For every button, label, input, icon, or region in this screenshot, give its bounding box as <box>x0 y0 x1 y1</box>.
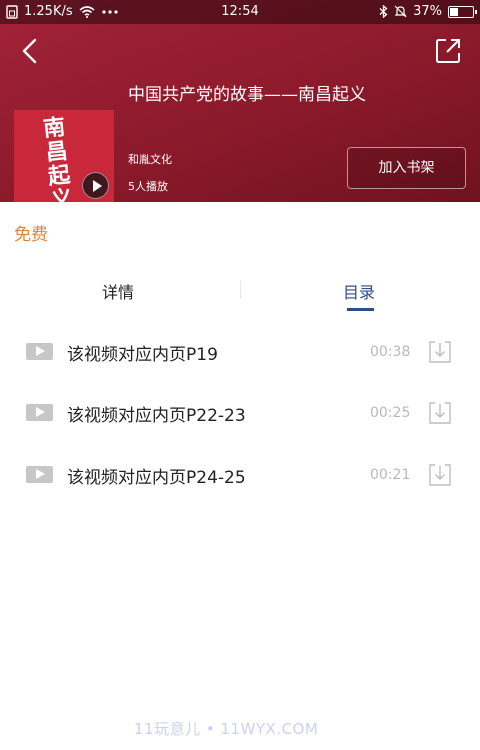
active-tab-indicator <box>347 308 374 311</box>
download-icon[interactable] <box>427 400 453 426</box>
mute-bell-icon <box>394 5 407 18</box>
catalog-item[interactable]: 该视频对应内页P22-23 00:25 <box>0 387 480 437</box>
battery-percent: 37% <box>413 4 442 19</box>
cover-title: 南昌起义 <box>41 114 75 202</box>
watermark: 11玩意儿 • 11WYX.COM <box>134 720 319 738</box>
back-arrow-icon[interactable] <box>16 36 46 66</box>
catalog-item-duration: 00:38 <box>370 344 411 360</box>
video-play-icon[interactable] <box>26 466 53 483</box>
battery-icon <box>448 5 477 18</box>
bluetooth-icon <box>379 5 388 18</box>
book-title: 中国共产党的故事——南昌起义 <box>128 85 366 105</box>
catalog-item-title: 该视频对应内页P24-25 <box>67 468 246 488</box>
catalog-item-duration: 00:21 <box>370 467 411 483</box>
tab-catalog[interactable]: 目录 <box>343 279 375 303</box>
play-count: 5人播放 <box>128 180 168 193</box>
cover-play-icon[interactable] <box>82 172 109 199</box>
clock: 12:54 <box>221 4 259 19</box>
catalog-item[interactable]: 该视频对应内页P19 00:38 <box>0 326 480 376</box>
share-icon[interactable] <box>434 37 462 65</box>
video-play-icon[interactable] <box>26 404 53 421</box>
status-bar: 1.25K/s 12:54 37% <box>0 0 480 24</box>
book-header: 1.25K/s 12:54 37% 中国共产党的故事——南昌起义 南昌起义 和胤… <box>0 0 480 202</box>
tab-divider <box>240 281 241 299</box>
price-tag: 免费 <box>14 225 48 245</box>
catalog-item[interactable]: 该视频对应内页P24-25 00:21 <box>0 449 480 499</box>
add-to-shelf-button[interactable]: 加入书架 <box>347 147 466 189</box>
download-icon[interactable] <box>427 339 453 365</box>
download-icon[interactable] <box>427 462 453 488</box>
publisher-label: 和胤文化 <box>128 153 172 166</box>
video-play-icon[interactable] <box>26 343 53 360</box>
tab-details[interactable]: 详情 <box>102 279 134 303</box>
catalog-item-title: 该视频对应内页P22-23 <box>67 406 246 426</box>
catalog-item-title: 该视频对应内页P19 <box>67 345 218 365</box>
catalog-item-duration: 00:25 <box>370 405 411 421</box>
